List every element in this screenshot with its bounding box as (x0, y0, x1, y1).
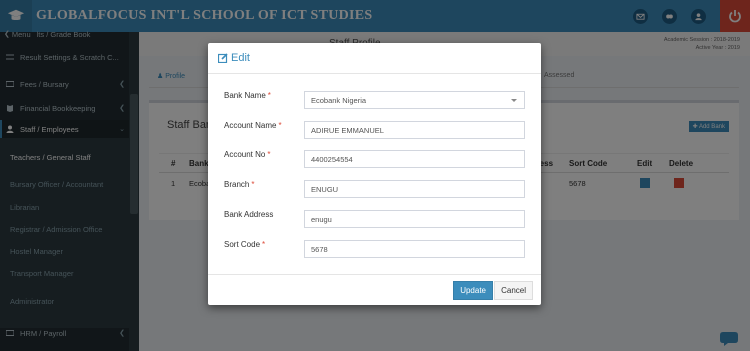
sort-code-label: Sort Code * (224, 240, 266, 249)
edit-bank-modal: Edit Bank Name * Ecobank Nigeria Account … (208, 43, 541, 305)
update-button[interactable]: Update (453, 281, 493, 300)
bank-name-row: Bank Name * Ecobank Nigeria (208, 91, 541, 111)
branch-field[interactable] (304, 180, 525, 198)
edit-icon (218, 53, 228, 63)
bank-address-field[interactable] (304, 210, 525, 228)
bank-name-label: Bank Name * (224, 91, 271, 100)
account-no-row: Account No * (208, 150, 541, 170)
account-no-field[interactable] (304, 150, 525, 168)
account-name-row: Account Name * (208, 121, 541, 141)
modal-title: Edit (231, 52, 250, 64)
bank-name-select[interactable]: Ecobank Nigeria (304, 91, 525, 109)
sort-code-field[interactable] (304, 240, 525, 258)
account-no-label: Account No * (224, 150, 271, 159)
modal-footer: Update Cancel (208, 274, 541, 305)
sort-code-row: Sort Code * (208, 240, 541, 260)
account-name-field[interactable] (304, 121, 525, 139)
cancel-button[interactable]: Cancel (494, 281, 533, 300)
branch-label: Branch * (224, 180, 255, 189)
bank-address-row: Bank Address (208, 210, 541, 230)
branch-row: Branch * (208, 180, 541, 200)
account-name-label: Account Name * (224, 121, 282, 130)
bank-address-label: Bank Address (224, 210, 274, 219)
modal-header: Edit (208, 43, 541, 74)
caret-down-icon (511, 99, 517, 102)
